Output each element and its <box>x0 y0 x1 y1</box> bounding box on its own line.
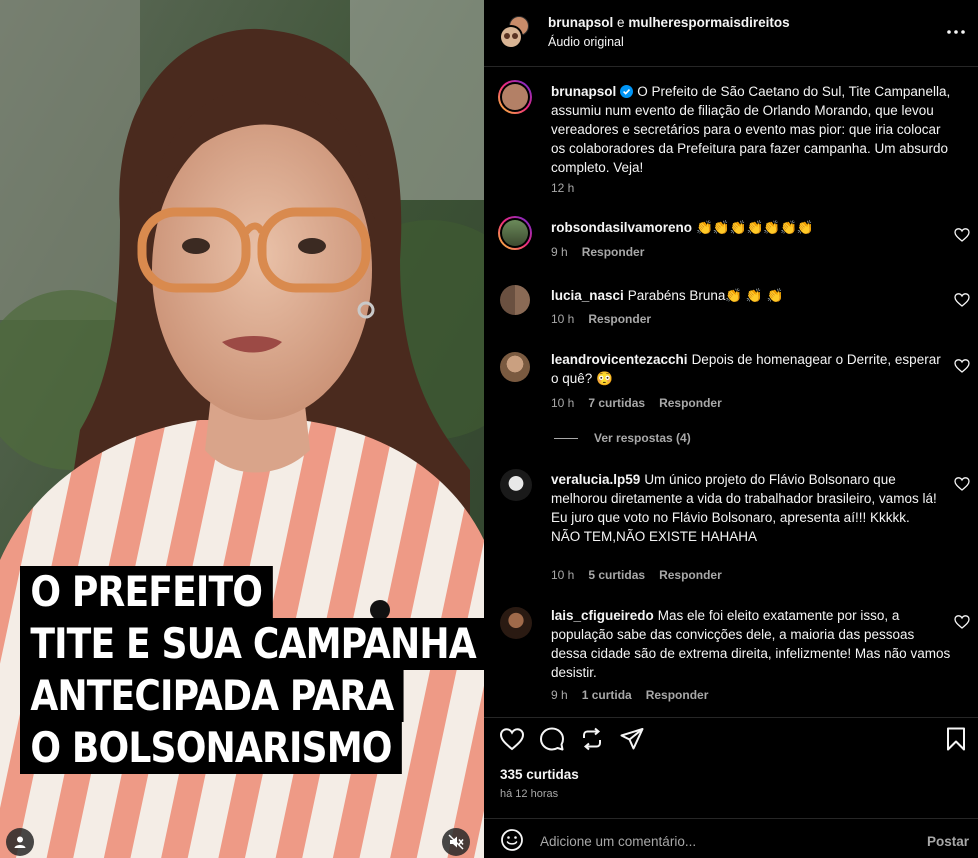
avatar[interactable] <box>498 80 532 114</box>
reply-button[interactable]: Responder <box>659 568 722 582</box>
tagged-users-button[interactable] <box>6 828 34 856</box>
reply-button[interactable]: Responder <box>582 245 645 259</box>
avatar[interactable] <box>500 469 532 501</box>
post-side-panel: brunapsol e mulherespormaisdireitos Áudi… <box>484 0 978 858</box>
reel-video[interactable]: O PREFEITO TITE E SUA CAMPANHA ANTECIPAD… <box>0 0 484 858</box>
comments-list: brunapsol O Prefeito de São Caetano do Su… <box>484 67 978 717</box>
reply-button[interactable]: Responder <box>646 688 709 702</box>
comment-text: Parabéns Bruna👏 👏 👏 <box>627 288 784 303</box>
comment-composer: Postar <box>484 822 978 858</box>
share-icon[interactable] <box>619 726 645 752</box>
caption-time: 12 h <box>551 181 575 195</box>
comment-likes[interactable]: 1 curtida <box>582 688 632 702</box>
mute-button[interactable] <box>442 828 470 856</box>
post-header: brunapsol e mulherespormaisdireitos Áudi… <box>484 0 978 66</box>
video-caption-line: O BOLSONARISMO <box>20 722 402 774</box>
like-comment-icon[interactable] <box>954 358 970 374</box>
like-comment-icon[interactable] <box>954 476 970 492</box>
comment-text-line: Eu juro que voto no Flávio Bolsonaro, ap… <box>551 510 910 525</box>
video-caption-line: O PREFEITO <box>20 566 273 618</box>
emoji-icon[interactable] <box>500 828 524 852</box>
reply-button[interactable]: Responder <box>588 312 651 326</box>
video-caption-line: ANTECIPADA PARA <box>20 670 404 722</box>
comment-input[interactable] <box>540 830 910 852</box>
caption-username[interactable]: brunapsol <box>551 84 616 99</box>
like-comment-icon[interactable] <box>954 227 970 243</box>
collab-avatars[interactable] <box>498 14 532 50</box>
avatar[interactable] <box>500 607 532 639</box>
comment-time: 10 h <box>551 396 575 410</box>
more-options-icon[interactable] <box>942 22 970 42</box>
post-comment-button[interactable]: Postar <box>927 834 969 849</box>
comment-time: 9 h <box>551 245 568 259</box>
comment-likes[interactable]: 7 curtidas <box>588 396 645 410</box>
comment-text-line: NÃO TEM,NÃO EXISTE HAHAHA <box>551 529 758 544</box>
comment-time: 10 h <box>551 568 575 582</box>
like-comment-icon[interactable] <box>954 292 970 308</box>
comment-username[interactable]: leandrovicentezacchi <box>551 352 688 367</box>
post-time[interactable]: há 12 horas <box>500 788 558 800</box>
repost-icon[interactable] <box>579 726 605 752</box>
likes-count[interactable]: 335 curtidas <box>500 767 579 782</box>
comment-time: 9 h <box>551 688 568 702</box>
verified-badge-icon <box>620 85 634 98</box>
comment-username[interactable]: lais_cfigueiredo <box>551 608 654 623</box>
bookmark-icon[interactable] <box>943 726 969 752</box>
comment-username[interactable]: robsondasilvamoreno <box>551 220 692 235</box>
author-username[interactable]: brunapsol <box>548 15 613 30</box>
avatar[interactable] <box>500 285 530 315</box>
post-actions <box>484 718 978 758</box>
comment-likes[interactable]: 5 curtidas <box>588 568 645 582</box>
comment-text: 👏👏👏👏👏👏👏 <box>696 220 814 235</box>
reply-button[interactable]: Responder <box>659 396 722 410</box>
comment-time: 10 h <box>551 312 575 326</box>
comment-icon[interactable] <box>539 726 565 752</box>
collab-username[interactable]: mulherespormaisdireitos <box>628 15 789 30</box>
like-comment-icon[interactable] <box>954 614 970 630</box>
avatar[interactable] <box>498 216 532 250</box>
audio-link[interactable]: Áudio original <box>548 35 624 49</box>
speaker-muted-icon <box>448 834 464 850</box>
view-replies-label: Ver respostas (4) <box>594 431 691 445</box>
replies-line <box>554 438 578 440</box>
video-caption-line: TITE E SUA CAMPANHA <box>20 618 484 670</box>
avatar[interactable] <box>500 352 530 382</box>
collab-joiner: e <box>617 15 625 30</box>
comment-username[interactable]: lucia_nasci <box>551 288 624 303</box>
composer-divider <box>484 818 978 819</box>
comment-username[interactable]: veralucia.lp59 <box>551 472 640 487</box>
view-replies-button[interactable]: Ver respostas (4) <box>554 431 691 445</box>
heart-icon[interactable] <box>499 726 525 752</box>
user-icon <box>14 836 26 848</box>
